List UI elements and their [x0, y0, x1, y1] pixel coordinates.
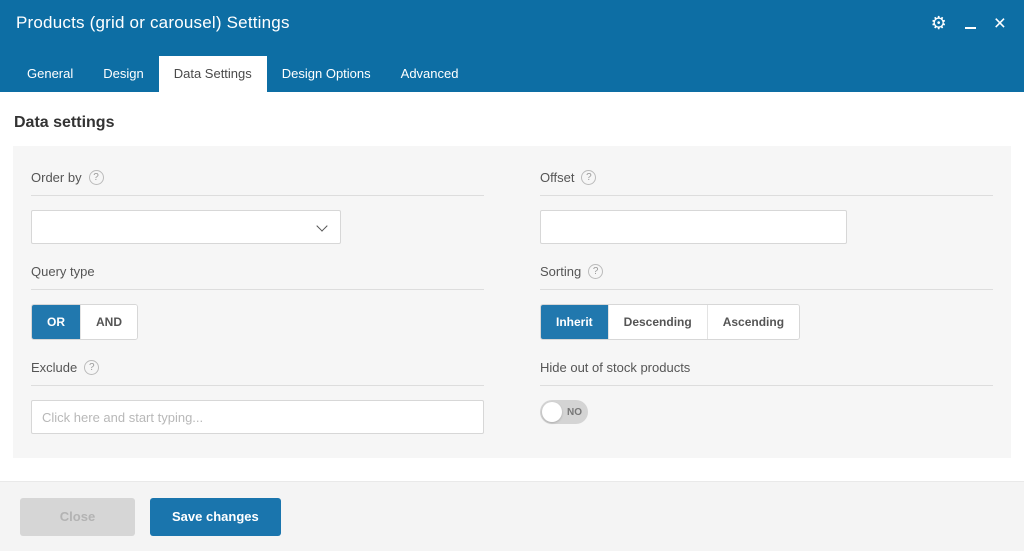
- tab-general[interactable]: General: [12, 56, 88, 92]
- minimize-icon[interactable]: [965, 13, 976, 33]
- query-type-label: Query type: [31, 264, 95, 279]
- order-by-select[interactable]: [31, 210, 341, 244]
- sorting-group: Inherit Descending Ascending: [540, 304, 800, 340]
- close-button[interactable]: Close: [20, 498, 135, 536]
- query-type-or-button[interactable]: OR: [32, 305, 81, 339]
- sorting-descending-button[interactable]: Descending: [609, 305, 708, 339]
- hide-out-of-stock-toggle[interactable]: NO: [540, 400, 588, 424]
- window-title: Products (grid or carousel) Settings: [16, 13, 290, 33]
- field-hide-out-of-stock: Hide out of stock products NO: [540, 360, 993, 434]
- window-controls: ⚙ ×: [931, 13, 1006, 33]
- offset-label: Offset: [540, 170, 574, 185]
- exclude-input[interactable]: [31, 400, 484, 434]
- query-type-and-button[interactable]: AND: [81, 305, 137, 339]
- exclude-help-icon[interactable]: ?: [84, 360, 99, 375]
- field-order-by: Order by ?: [31, 170, 484, 244]
- toggle-state-label: NO: [567, 407, 582, 418]
- footer-bar: Close Save changes: [0, 481, 1024, 551]
- data-settings-panel: Order by ? Offset ? Query type OR AND: [13, 146, 1011, 458]
- toggle-knob: [542, 402, 562, 422]
- settings-tabbar: General Design Data Settings Design Opti…: [0, 46, 1024, 92]
- query-type-group: OR AND: [31, 304, 138, 340]
- order-by-label: Order by: [31, 170, 82, 185]
- tab-design-options[interactable]: Design Options: [267, 56, 386, 92]
- field-offset: Offset ?: [540, 170, 993, 244]
- tab-design[interactable]: Design: [88, 56, 158, 92]
- sorting-ascending-button[interactable]: Ascending: [708, 305, 799, 339]
- settings-gear-icon[interactable]: ⚙: [931, 13, 947, 33]
- field-exclude: Exclude ?: [31, 360, 484, 434]
- offset-help-icon[interactable]: ?: [581, 170, 596, 185]
- save-changes-button[interactable]: Save changes: [150, 498, 281, 536]
- tab-advanced[interactable]: Advanced: [386, 56, 474, 92]
- sorting-inherit-button[interactable]: Inherit: [541, 305, 609, 339]
- window-titlebar: Products (grid or carousel) Settings ⚙ ×: [0, 0, 1024, 46]
- hide-out-of-stock-label: Hide out of stock products: [540, 360, 690, 375]
- page-title: Data settings: [14, 114, 1024, 132]
- field-query-type: Query type OR AND: [31, 264, 484, 340]
- chevron-down-icon: [316, 220, 327, 231]
- field-sorting: Sorting ? Inherit Descending Ascending: [540, 264, 993, 340]
- close-icon[interactable]: ×: [994, 13, 1006, 33]
- exclude-label: Exclude: [31, 360, 77, 375]
- tab-data-settings[interactable]: Data Settings: [159, 56, 267, 92]
- sorting-help-icon[interactable]: ?: [588, 264, 603, 279]
- offset-input[interactable]: [540, 210, 847, 244]
- sorting-label: Sorting: [540, 264, 581, 279]
- order-by-help-icon[interactable]: ?: [89, 170, 104, 185]
